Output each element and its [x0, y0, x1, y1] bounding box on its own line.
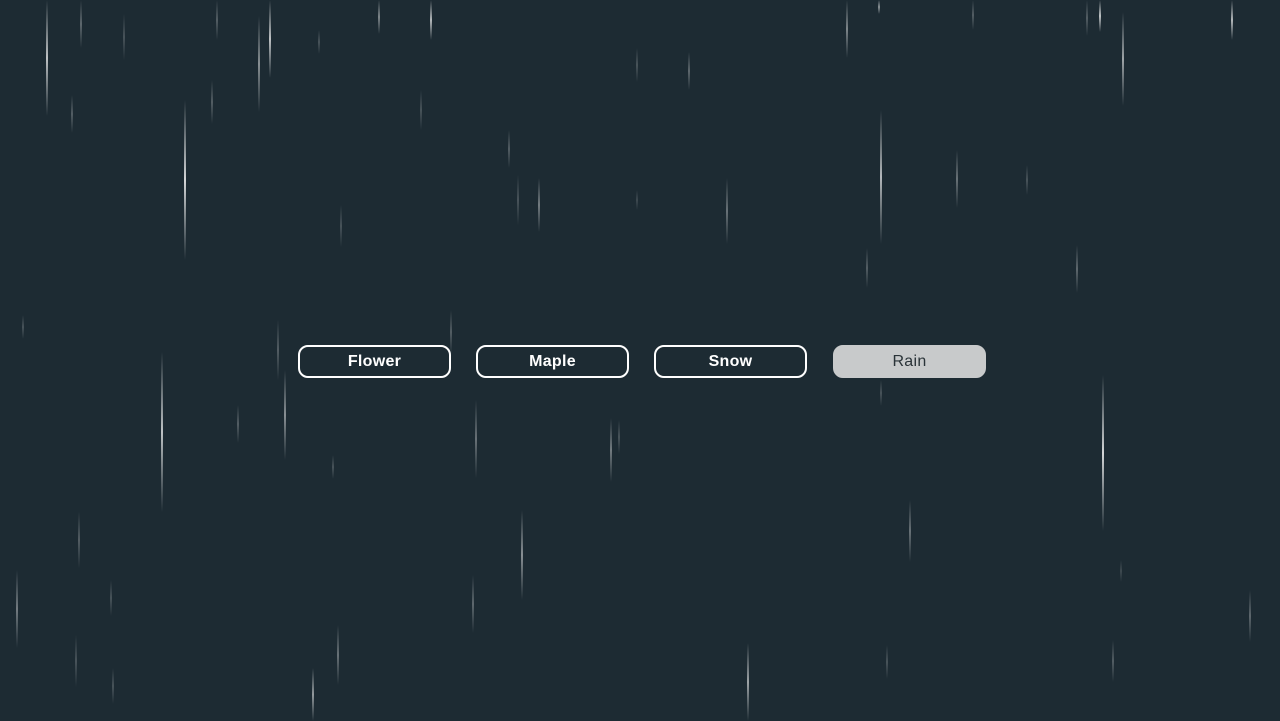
- raindrop: [846, 0, 848, 58]
- raindrop: [1249, 590, 1251, 642]
- raindrop: [1086, 0, 1088, 36]
- raindrop: [880, 380, 882, 406]
- raindrop: [956, 150, 958, 208]
- raindrop: [332, 455, 334, 479]
- raindrop: [277, 320, 279, 380]
- raindrop: [521, 510, 523, 600]
- raindrop: [878, 0, 880, 14]
- raindrop: [1120, 560, 1122, 582]
- raindrop: [747, 643, 749, 721]
- raindrop: [75, 635, 77, 687]
- raindrop: [284, 370, 286, 460]
- raindrop: [618, 420, 620, 454]
- raindrop: [430, 0, 432, 40]
- raindrop: [636, 190, 638, 210]
- raindrop: [16, 570, 18, 648]
- raindrop: [22, 315, 24, 339]
- raindrop: [420, 90, 422, 130]
- raindrop: [78, 512, 80, 568]
- raindrop: [1122, 12, 1124, 106]
- raindrop: [312, 668, 314, 721]
- raindrop: [161, 352, 163, 512]
- raindrop: [71, 95, 73, 133]
- raindrop: [1076, 245, 1078, 293]
- raindrop: [1099, 0, 1101, 32]
- raindrop: [517, 175, 519, 225]
- raindrop: [80, 0, 82, 48]
- raindrop: [269, 0, 271, 78]
- raindrop: [216, 0, 218, 40]
- raindrop: [475, 400, 477, 478]
- raindrop: [972, 0, 974, 30]
- raindrop: [211, 80, 213, 124]
- raindrop: [184, 100, 186, 260]
- raindrop: [112, 668, 114, 704]
- raindrop: [110, 580, 112, 616]
- raindrop: [337, 625, 339, 685]
- flower-button[interactable]: Flower: [298, 345, 451, 378]
- snow-button[interactable]: Snow: [654, 345, 807, 378]
- raindrop: [508, 130, 510, 168]
- raindrop: [378, 0, 380, 34]
- raindrop: [472, 575, 474, 633]
- raindrop: [538, 178, 540, 232]
- raindrop: [258, 16, 260, 112]
- raindrop: [1112, 640, 1114, 682]
- raindrop: [318, 30, 320, 54]
- raindrop: [909, 500, 911, 562]
- raindrop: [1102, 375, 1104, 531]
- raindrop: [1026, 165, 1028, 195]
- raindrop: [866, 248, 868, 288]
- raindrop: [123, 14, 125, 60]
- raindrop: [237, 405, 239, 443]
- raindrop: [886, 645, 888, 679]
- rain-button[interactable]: Rain: [833, 345, 986, 378]
- raindrop: [726, 178, 728, 244]
- raindrop: [1231, 0, 1233, 40]
- maple-button[interactable]: Maple: [476, 345, 629, 378]
- effect-button-row: Flower Maple Snow Rain: [298, 345, 986, 378]
- raindrop: [610, 418, 612, 482]
- raindrop: [636, 48, 638, 82]
- raindrop: [340, 205, 342, 247]
- raindrop: [880, 110, 882, 244]
- raindrop: [46, 0, 48, 116]
- raindrop: [688, 52, 690, 90]
